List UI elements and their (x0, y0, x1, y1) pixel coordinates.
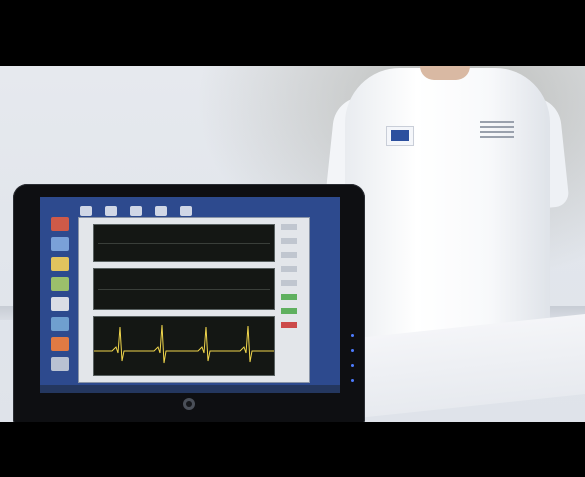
desktop-icon (80, 206, 92, 216)
ecg-app-window (78, 217, 310, 383)
desktop-icon (51, 277, 69, 291)
panel-field (281, 252, 297, 258)
ecg-trace (94, 324, 274, 364)
shirt-label-patch (480, 118, 514, 140)
desktop-icon (51, 297, 69, 311)
desktop-icon (51, 357, 69, 371)
panel-green-button (281, 308, 297, 314)
letterbox-top (0, 0, 585, 66)
desktop-icon (51, 257, 69, 271)
laptop (13, 184, 365, 422)
waveform-plot-1 (93, 224, 275, 262)
desktop-icon (105, 206, 118, 216)
ecg-waveform-plot (93, 316, 275, 376)
laptop-logo (183, 398, 195, 410)
waveform-plot-2 (93, 268, 275, 310)
patch-logo (391, 130, 409, 141)
desktop-icon (180, 206, 193, 216)
desktop-taskbar (40, 385, 340, 393)
laptop-indicator-lights (351, 334, 355, 394)
panel-field (281, 238, 297, 244)
desktop-top-icons (80, 201, 220, 216)
panel-field (281, 224, 297, 230)
panel-red-button (281, 322, 297, 328)
desktop-icon (130, 206, 143, 216)
person-neck (420, 66, 470, 80)
panel-field (281, 280, 297, 286)
laptop-screen (40, 197, 340, 393)
shirt-sensor-patch (386, 126, 414, 146)
desktop-icon (51, 237, 69, 251)
app-control-panel (277, 224, 305, 374)
panel-field (281, 266, 297, 272)
panel-green-button (281, 294, 297, 300)
desktop-icon (155, 206, 168, 216)
desktop-icon (51, 317, 69, 331)
desktop-left-icons (48, 217, 76, 383)
letterbox-bottom (0, 422, 585, 477)
desktop-icon (51, 337, 69, 351)
video-frame (0, 66, 585, 422)
desktop-icon (51, 217, 69, 231)
